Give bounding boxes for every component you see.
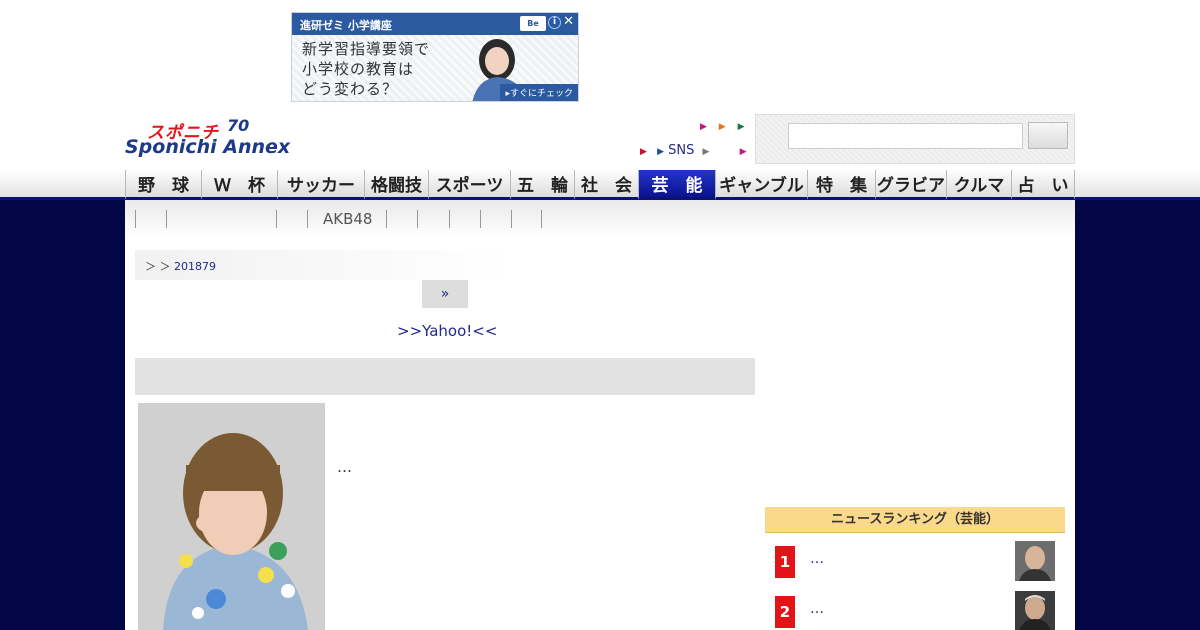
ranking-item[interactable]: 1 … — [765, 539, 1065, 585]
nav-item-gravure[interactable]: グラビア — [875, 170, 946, 200]
header-links-row-1: ▶ ▶ ▶ — [700, 123, 745, 132]
advertisement-banner[interactable]: 進研ゼミ 小学講座 Be i ✕ 新学習指導要領で 小学校の教育は どう変わる？… — [291, 12, 579, 102]
search-input[interactable] — [788, 123, 1023, 149]
nav-item-sports[interactable]: スポーツ — [428, 170, 510, 200]
arrow-icon[interactable]: ▶ — [719, 123, 726, 132]
ad-headline-line: どう変わる？ — [302, 80, 399, 98]
logo-70th-anniversary: 70 — [227, 116, 250, 135]
arrow-icon[interactable]: ▶ — [738, 123, 745, 132]
nav-item-martial-arts[interactable]: 格闘技 — [364, 170, 428, 200]
nav-item-baseball[interactable]: 野 球 — [125, 170, 201, 200]
nav-item-world-cup[interactable]: Ｗ 杯 — [201, 170, 277, 200]
yahoo-link[interactable]: >>Yahoo!<< — [397, 322, 497, 340]
rank-badge: 1 — [775, 546, 795, 578]
person-thumbnail-image — [1015, 541, 1055, 581]
news-ranking: ニュースランキング（芸能） 1 … 2 … — [765, 507, 1065, 630]
ad-headline-line: 新学習指導要領で — [302, 40, 431, 58]
main-content: AKB48 ＞ ＞ 201879 » >>Yahoo!<< … ニュースランキン… — [125, 200, 1075, 630]
ad-brand: 進研ゼミ 小学講座 — [300, 19, 392, 32]
subnav-divider — [166, 210, 167, 228]
article-snippet: … — [337, 458, 352, 476]
nav-item-entertainment[interactable]: 芸 能 — [638, 170, 715, 200]
info-icon[interactable]: i — [548, 16, 561, 29]
logo-english: Sponichi Annex — [125, 136, 291, 158]
ranking-title: ニュースランキング（芸能） — [765, 507, 1065, 533]
search-box — [755, 114, 1075, 164]
nav-item-cars[interactable]: クルマ — [946, 170, 1011, 200]
nav-item-special[interactable]: 特 集 — [807, 170, 875, 200]
nav-item-soccer[interactable]: サッカー — [277, 170, 364, 200]
headline-bar — [135, 358, 755, 395]
arrow-icon: ▶ — [657, 147, 664, 157]
person-thumbnail-image — [1015, 591, 1055, 630]
subnav-divider — [307, 210, 308, 228]
ad-headline: 新学習指導要領で 小学校の教育は どう変わる？ — [302, 39, 430, 99]
subnav-divider — [417, 210, 418, 228]
sns-link[interactable]: SNS — [668, 143, 694, 158]
ranking-item-text[interactable]: … — [810, 551, 824, 567]
nav-item-fortune[interactable]: 占 い — [1011, 170, 1075, 200]
subnav-divider — [480, 210, 481, 228]
sub-navigation: AKB48 — [125, 200, 1075, 240]
ad-header: 進研ゼミ 小学講座 Be i ✕ — [292, 13, 578, 35]
ad-logo-icon: Be — [520, 16, 546, 31]
breadcrumb-link[interactable]: 201879 — [174, 260, 216, 273]
subnav-item-akb48[interactable]: AKB48 — [323, 210, 372, 228]
breadcrumb: ＞ ＞ 201879 — [135, 250, 510, 280]
nav-item-society[interactable]: 社 会 — [574, 170, 638, 200]
ranking-thumbnail[interactable] — [1015, 541, 1055, 581]
subnav-divider — [449, 210, 450, 228]
arrow-icon[interactable]: ▶ — [700, 123, 707, 132]
arrow-icon: ▶ — [702, 147, 710, 157]
ranking-thumbnail[interactable] — [1015, 591, 1055, 630]
ad-cta-button[interactable]: ▸すぐにチェック — [500, 84, 578, 101]
search-button[interactable] — [1028, 122, 1068, 149]
portrait-image — [138, 403, 325, 630]
ad-headline-line: 小学校の教育は — [302, 60, 415, 78]
subnav-divider — [511, 210, 512, 228]
arrow-icon[interactable]: ▶ — [640, 147, 647, 157]
ad-body[interactable]: 新学習指導要領で 小学校の教育は どう変わる？ ▸すぐにチェック — [292, 35, 578, 101]
more-button[interactable]: » — [422, 280, 468, 308]
breadcrumb-prefix: ＞ ＞ — [145, 260, 171, 273]
nav-item-olympics[interactable]: 五 輪 — [510, 170, 574, 200]
subnav-divider — [135, 210, 136, 228]
subnav-divider — [386, 210, 387, 228]
nav-item-gambling[interactable]: ギャンブル — [715, 170, 807, 200]
ranking-item[interactable]: 2 … — [765, 589, 1065, 630]
header-links-row-2: ▶ ▶ SNS ▶ ▶ — [640, 143, 746, 158]
subnav-divider — [541, 210, 542, 228]
arrow-icon[interactable]: ▶ — [740, 147, 747, 157]
close-icon[interactable]: ✕ — [563, 14, 574, 29]
ranking-item-text[interactable]: … — [810, 601, 824, 617]
article-photo[interactable] — [138, 403, 325, 630]
subnav-divider — [276, 210, 277, 228]
rank-badge: 2 — [775, 596, 795, 628]
main-navigation: 野 球 Ｗ 杯 サッカー 格闘技 スポーツ 五 輪 社 会 芸 能 ギャンブル … — [125, 170, 1075, 200]
sponichi-logo[interactable]: スポニチ 70 Sponichi Annex — [125, 116, 317, 164]
